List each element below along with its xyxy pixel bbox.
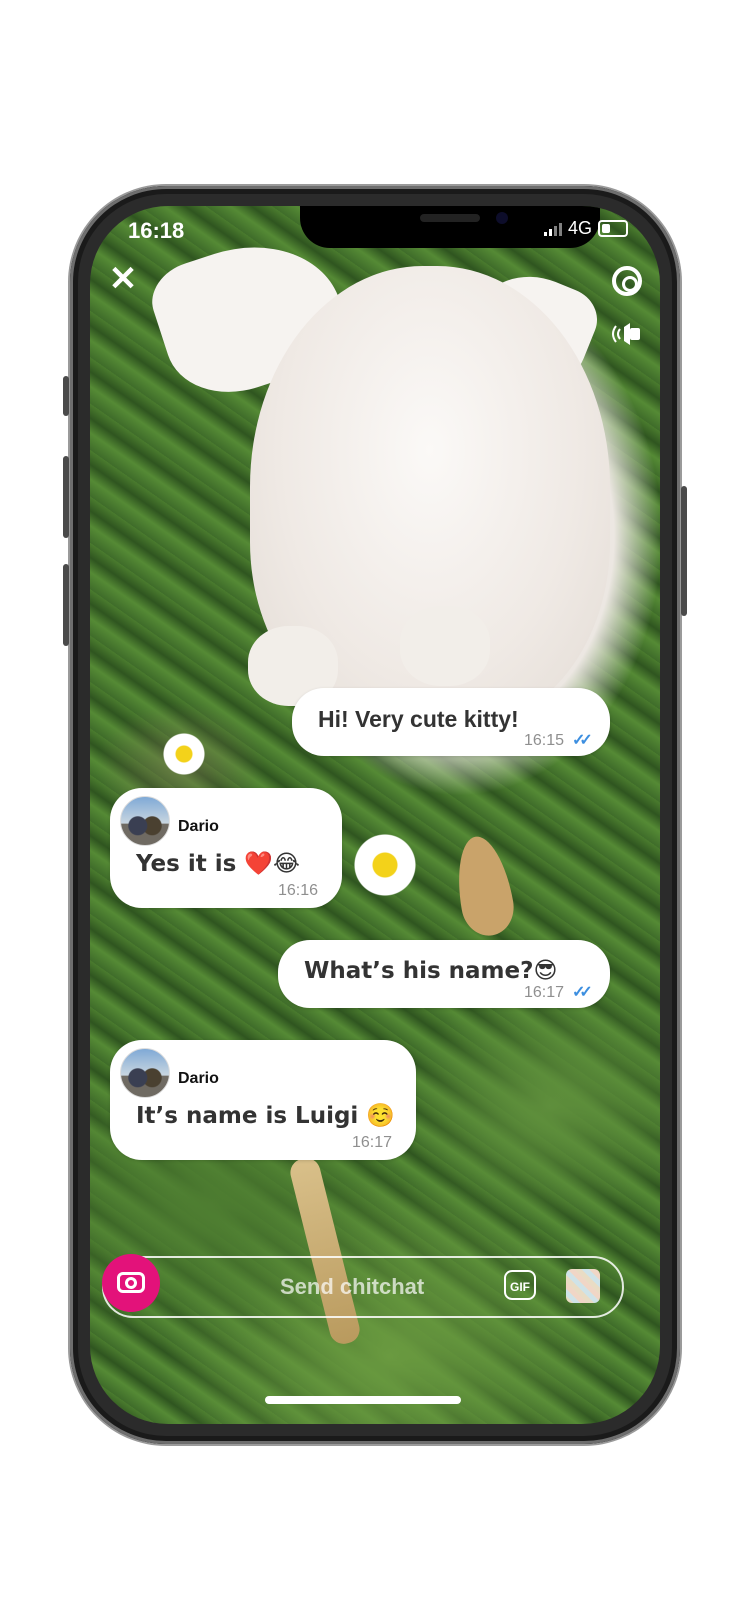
message-input[interactable]: Send chitchat [280,1274,424,1300]
message-bubble-incoming[interactable]: Dario Yes it is ❤️😂 16:16 [110,788,342,908]
sender-name: Dario [178,1070,219,1087]
read-receipt-icon: ✓✓ [572,984,593,1001]
battery-icon [598,220,628,237]
status-time: 16:18 [128,218,185,243]
lizard [287,1155,363,1347]
front-camera [496,212,508,224]
message-text: What’s his name?😎 [304,958,558,984]
message-time: 16:17 [352,1134,393,1151]
message-time: 16:16 [278,882,319,899]
home-indicator[interactable] [265,1396,461,1404]
read-receipt-icon: ✓✓ [572,732,593,749]
power-button [681,486,687,616]
sender-name: Dario [178,818,219,835]
avatar[interactable] [120,796,170,846]
message-time: 16:17 [524,984,565,1001]
daisy-flower-small [162,732,206,776]
camera-button[interactable] [102,1254,160,1312]
message-text: It’s name is Luigi ☺️ [136,1103,395,1129]
message-bubble-incoming[interactable]: Dario It’s name is Luigi ☺️ 16:17 [110,1040,416,1160]
daisy-flower [352,832,418,898]
volume-up-button [63,456,69,538]
sound-icon[interactable] [612,322,642,346]
message-time: 16:15 [524,732,565,749]
sticker-icon[interactable] [566,1269,600,1303]
avatar[interactable] [120,1048,170,1098]
camera-lens [125,1277,137,1289]
timer-icon[interactable] [612,266,642,296]
signal-icon [543,222,562,236]
close-icon[interactable]: ✕ [106,262,140,296]
dry-leaf [449,832,519,940]
mute-switch [63,376,69,416]
status-indicators: 4G [543,218,628,239]
message-bubble-outgoing[interactable]: Hi! Very cute kitty! 16:15 ✓✓ [292,688,610,756]
network-label: 4G [567,218,592,238]
message-bubble-outgoing[interactable]: What’s his name?😎 16:17 ✓✓ [278,940,610,1008]
message-text: Hi! Very cute kitty! [318,706,519,732]
volume-down-button [63,564,69,646]
gif-button[interactable]: GIF [504,1270,536,1300]
cat-paw-right [400,606,490,686]
earpiece [420,214,480,222]
message-text: Yes it is ❤️😂 [136,851,300,877]
chat-screen: 16:18 4G ✕ Hi! Very cute kitty! 16:15 ✓✓… [90,206,660,1424]
